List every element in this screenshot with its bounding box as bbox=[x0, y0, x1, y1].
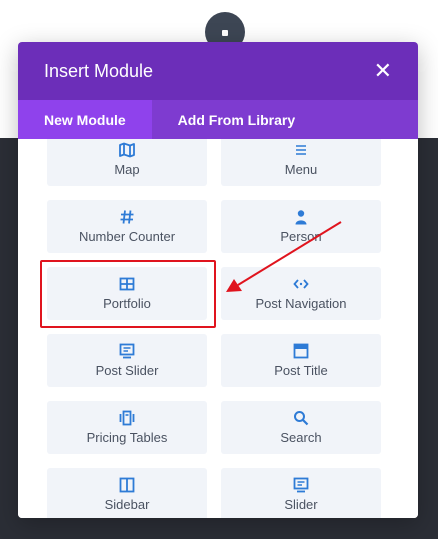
module-list: Map Menu Number Counter Person Portfolio… bbox=[18, 139, 418, 518]
module-search[interactable]: Search bbox=[221, 401, 381, 454]
title-icon bbox=[293, 343, 309, 359]
module-menu[interactable]: Menu bbox=[221, 139, 381, 186]
module-label: Post Title bbox=[274, 363, 328, 378]
module-post-slider[interactable]: Post Slider bbox=[47, 334, 207, 387]
module-person[interactable]: Person bbox=[221, 200, 381, 253]
module-grid: Map Menu Number Counter Person Portfolio… bbox=[47, 139, 381, 518]
module-portfolio[interactable]: Portfolio bbox=[47, 267, 207, 320]
module-pricing-tables[interactable]: Pricing Tables bbox=[47, 401, 207, 454]
module-post-navigation[interactable]: Post Navigation bbox=[221, 267, 381, 320]
module-sidebar[interactable]: Sidebar bbox=[47, 468, 207, 518]
grid-icon bbox=[119, 277, 135, 291]
menu-icon bbox=[296, 145, 306, 155]
module-label: Person bbox=[280, 229, 322, 244]
modal-tabs: New Module Add From Library bbox=[18, 100, 418, 139]
slider-icon bbox=[119, 343, 135, 359]
person-icon bbox=[295, 210, 307, 225]
module-label: Slider bbox=[284, 497, 318, 512]
module-label: Sidebar bbox=[104, 497, 150, 512]
search-icon bbox=[294, 411, 309, 426]
tab-add-from-library[interactable]: Add From Library bbox=[152, 100, 321, 139]
pricing-icon bbox=[119, 410, 135, 426]
modal-title: Insert Module bbox=[44, 60, 154, 81]
module-label: Map bbox=[114, 162, 140, 177]
module-slider[interactable]: Slider bbox=[221, 468, 381, 518]
sidebar-icon bbox=[119, 477, 135, 493]
module-map[interactable]: Map bbox=[47, 139, 207, 186]
insert-module-modal: Insert Module ✕ New Module Add From Libr… bbox=[18, 42, 418, 518]
module-label: Post Slider bbox=[95, 363, 159, 378]
modal-header: Insert Module ✕ bbox=[18, 42, 418, 100]
module-number-counter[interactable]: Number Counter bbox=[47, 200, 207, 253]
module-label: Number Counter bbox=[78, 229, 176, 244]
hash-icon bbox=[120, 210, 134, 224]
module-label: Pricing Tables bbox=[86, 430, 168, 445]
module-label: Search bbox=[280, 430, 322, 445]
module-label: Portfolio bbox=[103, 296, 151, 311]
module-post-title[interactable]: Post Title bbox=[221, 334, 381, 387]
module-label: Post Navigation bbox=[255, 296, 347, 311]
slider-icon bbox=[293, 477, 309, 493]
tab-new-module[interactable]: New Module bbox=[18, 100, 152, 139]
map-icon bbox=[119, 142, 135, 158]
close-icon[interactable]: ✕ bbox=[374, 60, 392, 82]
code-nav-icon bbox=[293, 279, 309, 289]
module-label: Menu bbox=[284, 162, 318, 177]
